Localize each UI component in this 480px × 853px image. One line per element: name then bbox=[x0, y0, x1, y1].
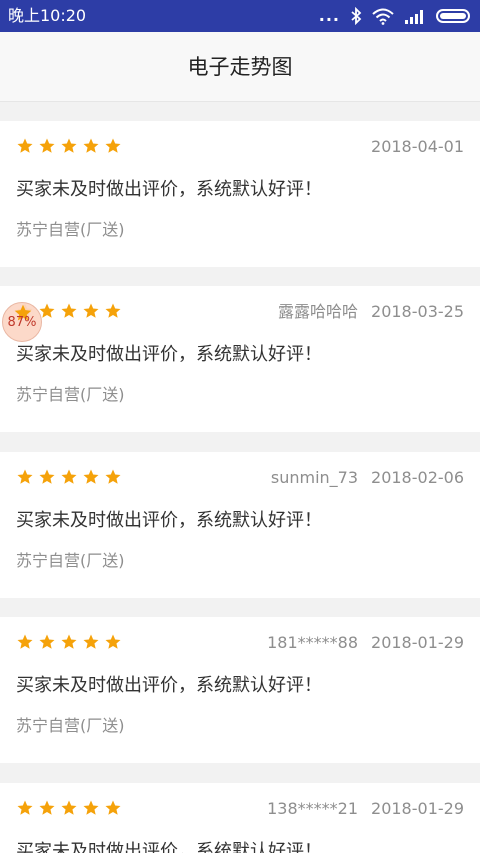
star-rating bbox=[16, 468, 122, 486]
star-icon bbox=[105, 469, 121, 484]
review-text: 买家未及时做出评价，系统默认好评！ bbox=[16, 675, 322, 696]
shop-label: 苏宁自营(厂送) bbox=[16, 385, 125, 404]
star-icon bbox=[83, 634, 99, 649]
badge-label: 87% bbox=[7, 315, 37, 330]
review-date: 2018-03-25 bbox=[371, 302, 464, 321]
review-username: 138*****21 bbox=[267, 799, 359, 818]
review-meta: sunmin_73 2018-02-06 bbox=[271, 468, 464, 488]
page-title: 电子走势图 bbox=[187, 55, 293, 79]
star-icon bbox=[83, 303, 99, 318]
star-rating bbox=[16, 137, 122, 155]
review-meta: 露露哈哈哈 2018-03-25 bbox=[278, 302, 464, 322]
star-icon bbox=[39, 634, 55, 649]
status-bar: 晚上10:20 ... bbox=[0, 0, 480, 32]
star-rating bbox=[16, 633, 122, 651]
star-icon bbox=[61, 138, 77, 153]
review-date: 2018-04-01 bbox=[371, 137, 464, 156]
review-meta: 2018-04-01 bbox=[358, 137, 464, 157]
review-meta: 181*****88 2018-01-29 bbox=[267, 633, 464, 653]
review-card[interactable]: 露露哈哈哈 2018-03-25 买家未及时做出评价，系统默认好评！ 苏宁自营(… bbox=[0, 286, 480, 432]
shop-label: 苏宁自营(厂送) bbox=[16, 220, 125, 239]
star-icon bbox=[61, 800, 77, 815]
shop-label: 苏宁自营(厂送) bbox=[16, 551, 125, 570]
star-icon bbox=[83, 469, 99, 484]
signal-icon bbox=[405, 10, 423, 24]
star-icon bbox=[61, 469, 77, 484]
star-icon bbox=[39, 800, 55, 815]
bluetooth-icon bbox=[351, 7, 362, 25]
review-text: 买家未及时做出评价，系统默认好评！ bbox=[16, 841, 322, 853]
wifi-icon bbox=[372, 8, 394, 25]
star-icon bbox=[61, 634, 77, 649]
review-card[interactable]: 2018-04-01 买家未及时做出评价，系统默认好评！ 苏宁自营(厂送) bbox=[0, 121, 480, 267]
review-date: 2018-01-29 bbox=[371, 633, 464, 652]
star-icon bbox=[39, 138, 55, 153]
star-icon bbox=[105, 800, 121, 815]
star-icon bbox=[105, 303, 121, 318]
star-icon bbox=[17, 634, 33, 649]
review-date: 2018-01-29 bbox=[371, 799, 464, 818]
status-icons: ... bbox=[319, 6, 470, 26]
dots-icon: ... bbox=[318, 6, 340, 25]
review-meta: 138*****21 2018-01-29 bbox=[267, 799, 464, 819]
review-username: sunmin_73 bbox=[270, 468, 359, 487]
star-icon bbox=[105, 634, 121, 649]
review-text: 买家未及时做出评价，系统默认好评！ bbox=[16, 344, 322, 365]
star-icon bbox=[83, 138, 99, 153]
review-text: 买家未及时做出评价，系统默认好评！ bbox=[16, 510, 322, 531]
review-card[interactable]: sunmin_73 2018-02-06 买家未及时做出评价，系统默认好评！ 苏… bbox=[0, 452, 480, 598]
review-date: 2018-02-06 bbox=[371, 468, 464, 487]
review-card[interactable]: 181*****88 2018-01-29 买家未及时做出评价，系统默认好评！ … bbox=[0, 617, 480, 763]
star-icon bbox=[17, 800, 33, 815]
review-card[interactable]: 138*****21 2018-01-29 买家未及时做出评价，系统默认好评！ bbox=[0, 783, 480, 853]
star-icon bbox=[61, 303, 77, 318]
star-icon bbox=[39, 469, 55, 484]
star-icon bbox=[105, 138, 121, 153]
star-icon bbox=[83, 800, 99, 815]
star-rating bbox=[16, 799, 122, 817]
review-username: 181*****88 bbox=[267, 633, 359, 652]
review-text: 买家未及时做出评价，系统默认好评！ bbox=[16, 179, 322, 200]
shop-label: 苏宁自营(厂送) bbox=[16, 716, 125, 735]
title-bar: 电子走势图 bbox=[0, 32, 480, 102]
status-time: 晚上10:20 bbox=[8, 6, 87, 25]
star-icon bbox=[17, 138, 33, 153]
review-username: 露露哈哈哈 bbox=[278, 302, 359, 321]
star-icon bbox=[17, 469, 33, 484]
floating-progress-badge[interactable]: 87% bbox=[2, 302, 42, 342]
battery-icon bbox=[436, 9, 470, 23]
